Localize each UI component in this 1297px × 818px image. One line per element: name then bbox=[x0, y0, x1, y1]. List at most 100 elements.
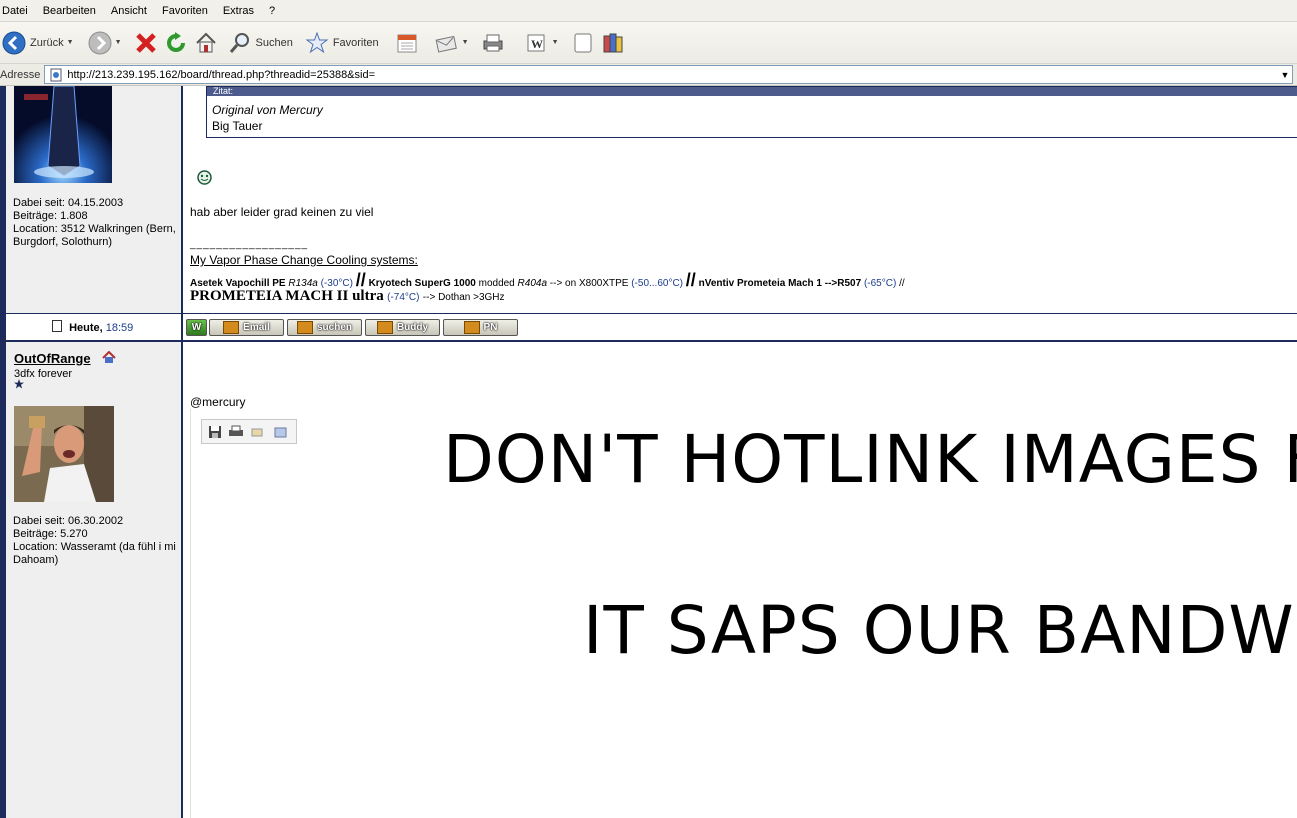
search-button[interactable]: Suchen bbox=[228, 28, 293, 58]
email-label: Email bbox=[243, 322, 270, 333]
hotlink-image: DON'T HOTLINK IMAGES FR IT SAPS OUR BAND… bbox=[190, 409, 1297, 818]
signature-link[interactable]: My Vapor Phase Change Cooling systems: bbox=[190, 253, 418, 267]
menu-ansicht[interactable]: Ansicht bbox=[104, 5, 155, 17]
post-date-icon bbox=[52, 320, 62, 332]
mail-dropdown-icon[interactable]: ▼ bbox=[462, 39, 469, 46]
post1-location: Location: 3512 Walkringen (Bern, Burgdor… bbox=[13, 223, 176, 248]
back-arrow-icon bbox=[2, 31, 26, 54]
home-icon bbox=[195, 32, 216, 52]
stop-x-icon bbox=[135, 32, 156, 53]
user-home-icon[interactable] bbox=[102, 350, 116, 364]
magnifier-icon bbox=[229, 32, 249, 53]
history-button[interactable] bbox=[395, 28, 419, 58]
favorites-label: Favoriten bbox=[332, 36, 379, 49]
word-icon: W bbox=[527, 34, 545, 51]
hotlink-line1: DON'T HOTLINK IMAGES FR bbox=[443, 421, 1297, 498]
menu-help[interactable]: ? bbox=[262, 5, 283, 17]
post2-message: @mercury bbox=[190, 395, 246, 409]
edit-word-button[interactable]: W ▼ bbox=[525, 28, 559, 58]
post2-author-info: Dabei seit: 06.30.2002 Beiträge: 5.270 L… bbox=[13, 515, 179, 567]
refresh-button[interactable] bbox=[164, 28, 188, 58]
research-button[interactable] bbox=[601, 28, 625, 58]
menu-bar: Datei Bearbeiten Ansicht Favoriten Extra… bbox=[0, 0, 1297, 22]
buddy-button[interactable]: Buddy bbox=[365, 319, 440, 336]
back-button[interactable]: Zurück ▼ bbox=[2, 28, 74, 58]
pm-icon bbox=[463, 321, 480, 334]
pm-label: PN bbox=[483, 322, 498, 333]
post1-date-time: 18:59 bbox=[105, 322, 134, 334]
homepage-button[interactable]: W bbox=[186, 319, 207, 336]
sig-slashes2: // bbox=[685, 270, 696, 290]
edit-dropdown-icon[interactable]: ▼ bbox=[552, 39, 559, 46]
post1-author-info: Dabei seit: 04.15.2003 Beiträge: 1.808 L… bbox=[13, 197, 179, 249]
post1-posts-count: Beiträge: 1.808 bbox=[13, 210, 88, 222]
search-posts-label: suchen bbox=[316, 322, 352, 333]
toolbar: Zurück ▼ ▼ Suchen Favoriten ▼ W ▼ bbox=[0, 22, 1297, 64]
print-button[interactable] bbox=[481, 28, 505, 58]
sig-arrow3: -->R507 bbox=[824, 278, 862, 289]
post2-posts-count: Beiträge: 5.270 bbox=[13, 528, 88, 540]
mail-icon bbox=[435, 35, 457, 53]
my-pictures-icon[interactable] bbox=[272, 425, 288, 439]
signature-line2: PROMETEIA MACH II ultra (-74°C) --> Doth… bbox=[190, 288, 505, 305]
sig-nventiv: nVentiv Prometeia Mach 1 bbox=[698, 278, 822, 289]
forward-button[interactable]: ▼ bbox=[88, 28, 122, 58]
address-url[interactable]: http://213.239.195.162/board/thread.php?… bbox=[67, 69, 1278, 81]
post1-message: hab aber leider grad keinen zu viel bbox=[190, 205, 374, 219]
favorites-button[interactable]: Favoriten bbox=[305, 28, 379, 58]
menu-extras[interactable]: Extras bbox=[216, 5, 262, 17]
menu-favoriten[interactable]: Favoriten bbox=[155, 5, 216, 17]
post1-avatar[interactable] bbox=[14, 86, 112, 183]
signature-separator: __________________ bbox=[190, 239, 309, 250]
post-separator bbox=[6, 340, 1297, 342]
post1-date: Heute, 18:59 bbox=[52, 320, 133, 334]
search-posts-icon bbox=[296, 321, 313, 334]
post1-member-since: Dabei seit: 04.15.2003 bbox=[13, 197, 124, 209]
post2-avatar[interactable] bbox=[14, 406, 114, 502]
email-image-icon[interactable] bbox=[250, 425, 266, 439]
blank-page-icon bbox=[574, 33, 592, 52]
post2-column-divider bbox=[181, 342, 183, 818]
post1-column-divider bbox=[181, 86, 183, 313]
address-bar: Adresse http://213.239.195.162/board/thr… bbox=[0, 64, 1297, 86]
back-dropdown-icon[interactable]: ▼ bbox=[67, 39, 74, 46]
printer-icon bbox=[483, 34, 503, 51]
sig-slashes1: // bbox=[355, 270, 366, 290]
search-label: Suchen bbox=[255, 36, 293, 49]
stop-button[interactable] bbox=[134, 28, 158, 58]
address-field[interactable]: http://213.239.195.162/board/thread.php?… bbox=[44, 65, 1293, 84]
mail-button[interactable]: ▼ bbox=[435, 28, 469, 58]
menu-bearbeiten[interactable]: Bearbeiten bbox=[36, 5, 104, 17]
post2-member-since: Dabei seit: 06.30.2002 bbox=[13, 515, 124, 527]
address-dropdown-icon[interactable]: ▼ bbox=[1278, 70, 1292, 80]
sig-temp4: (-74°C) bbox=[387, 292, 420, 303]
email-button[interactable]: Email bbox=[209, 319, 284, 336]
star-icon bbox=[305, 31, 329, 53]
sig-prometeia: PROMETEIA MACH II ultra bbox=[190, 288, 384, 304]
calendar-icon bbox=[397, 34, 417, 52]
books-icon bbox=[603, 33, 623, 52]
page-icon bbox=[50, 68, 62, 81]
post2-username[interactable]: OutOfRange bbox=[14, 351, 91, 366]
sig-end3: // bbox=[899, 278, 905, 289]
forward-dropdown-icon[interactable]: ▼ bbox=[115, 39, 122, 46]
rank-star-icon bbox=[14, 379, 24, 389]
save-icon[interactable] bbox=[208, 425, 222, 439]
search-posts-button[interactable]: suchen bbox=[287, 319, 362, 336]
post1-footer-top-rule bbox=[6, 313, 1297, 314]
home-button[interactable] bbox=[194, 28, 218, 58]
discuss-button[interactable] bbox=[571, 28, 595, 58]
post1-date-day: Heute, bbox=[69, 322, 103, 334]
menu-datei[interactable]: Datei bbox=[0, 5, 36, 17]
quote-text: Big Tauer bbox=[212, 119, 263, 133]
pm-button[interactable]: PN bbox=[443, 319, 518, 336]
back-label: Zurück bbox=[30, 36, 64, 49]
post1-footer-divider bbox=[181, 314, 183, 341]
print-image-icon[interactable] bbox=[228, 425, 244, 439]
address-label: Adresse bbox=[0, 68, 41, 81]
sig-arrow2: --> on X800XTPE bbox=[549, 278, 629, 289]
post1-quote: Zitat: Original von Mercury Big Tauer bbox=[206, 86, 1297, 138]
email-icon bbox=[223, 321, 240, 334]
svg-text:W: W bbox=[531, 37, 543, 51]
quote-author: Original von Mercury bbox=[212, 103, 323, 117]
